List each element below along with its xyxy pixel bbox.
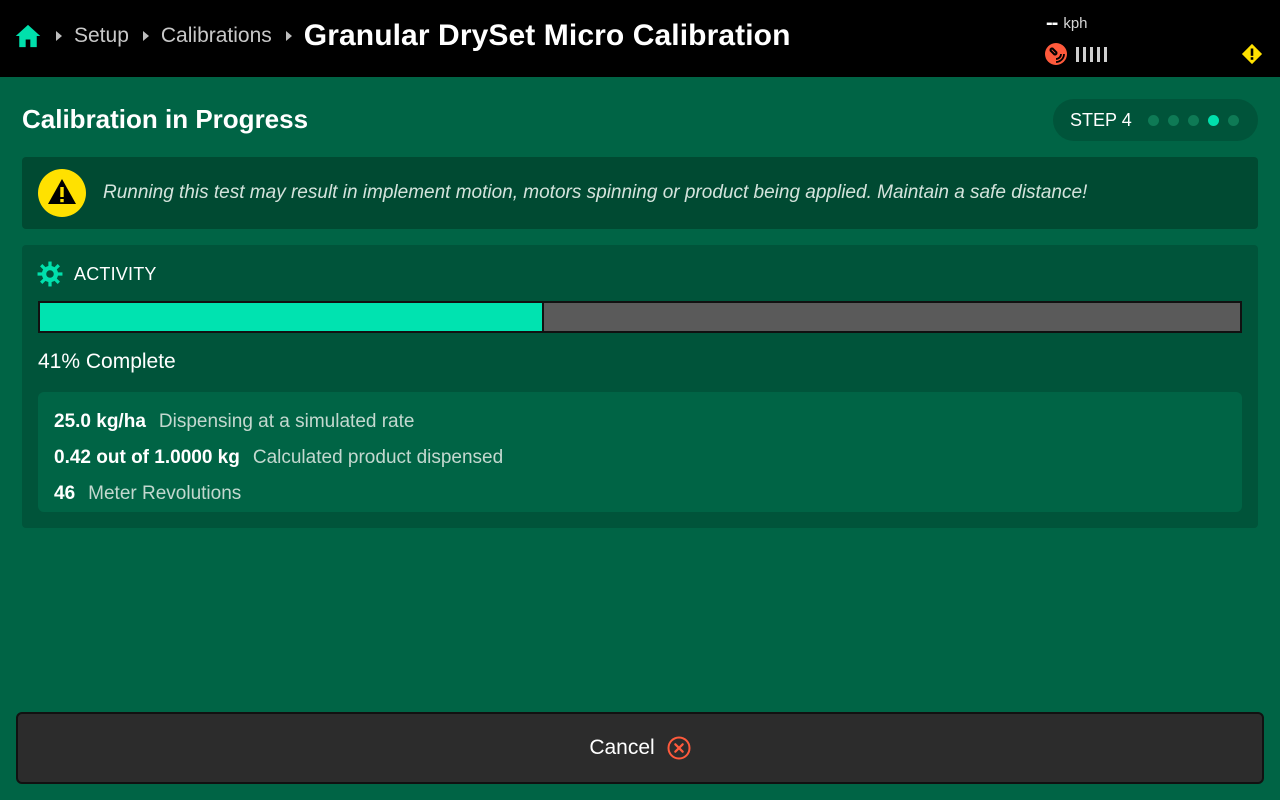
speed-value: -- [1046,12,1058,34]
cancel-button-label: Cancel [589,736,655,759]
stat-value: 25.0 kg/ha [54,411,146,432]
step-dot-current [1207,114,1219,126]
signal-bar [1104,46,1107,62]
signal-bars [1076,46,1107,62]
gear-icon [37,261,63,287]
stat-row-rate: 25.0 kg/ha Dispensing at a simulated rat… [54,404,1226,440]
stat-description: Dispensing at a simulated rate [158,411,415,432]
signal-bar [1090,46,1093,62]
stat-description: Meter Revolutions [88,483,242,504]
stat-value: 0.42 out of 1.0000 kg [54,447,240,468]
speed-unit: kph [1063,14,1088,32]
signal-bar [1083,46,1086,62]
breadcrumb-separator [56,31,62,41]
step-dot [1167,114,1179,126]
stat-value: 46 [54,483,76,504]
warning-triangle-icon [38,169,86,217]
warning-diamond-icon[interactable] [1241,43,1263,65]
activity-panel: ACTIVITY 41% Complete 25.0 kg/ha Dispens… [22,245,1258,528]
progress-bar-fill [40,303,544,331]
home-icon[interactable] [14,22,42,50]
activity-stats: 25.0 kg/ha Dispensing at a simulated rat… [38,392,1242,512]
stat-row-dispensed: 0.42 out of 1.0000 kg Calculated product… [54,440,1226,476]
activity-title: ACTIVITY [74,263,157,284]
signal-bar [1076,46,1079,62]
gps-status[interactable] [1044,42,1107,66]
step-dot [1147,114,1159,126]
step-label: STEP 4 [1070,109,1132,130]
breadcrumb-calibrations[interactable]: Calibrations [161,24,272,48]
progress-percent-text: 41% Complete [38,350,176,373]
speed-readout: -- kph [1046,12,1088,34]
step-indicator: STEP 4 [1053,99,1258,141]
stat-row-revolutions: 46 Meter Revolutions [54,476,1226,512]
page-title: Granular DrySet Micro Calibration [303,19,791,52]
step-dot [1227,114,1239,126]
breadcrumb-setup[interactable]: Setup [74,24,129,48]
section-title: Calibration in Progress [22,104,309,134]
breadcrumb-separator [285,31,292,41]
safety-warning-banner: Running this test may result in implemen… [22,157,1258,229]
step-dot [1187,114,1199,126]
warning-text: Running this test may result in implemen… [103,182,1088,203]
cancel-button[interactable]: Cancel [16,712,1264,784]
progress-bar [38,301,1242,333]
gps-signal-icon [1045,43,1067,65]
cancel-x-icon [667,736,691,760]
breadcrumb: Setup Calibrations Granular DrySet Micro… [14,0,791,72]
top-bar: Setup Calibrations Granular DrySet Micro… [0,0,1280,77]
activity-header: ACTIVITY [37,261,157,287]
breadcrumb-separator [142,31,149,41]
stat-description: Calculated product dispensed [252,447,504,468]
signal-bar [1097,46,1100,62]
